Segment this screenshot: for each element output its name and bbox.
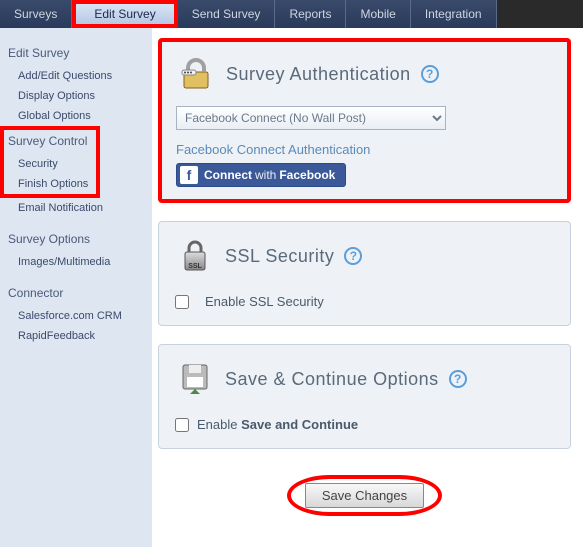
save-continue-checkbox-row[interactable]: Enable Save and Continue <box>175 411 554 434</box>
sidebar-item-rapidfeedback[interactable]: RapidFeedback <box>6 326 146 346</box>
sidebar-item-finish-options[interactable]: Finish Options <box>6 174 94 194</box>
panel-ssl-security: SSL SSL Security ? Enable SSL Security <box>158 221 571 326</box>
enable-ssl-label: Enable SSL Security <box>205 294 324 309</box>
sidebar-item-security[interactable]: Security <box>6 154 94 174</box>
tab-surveys[interactable]: Surveys <box>0 0 72 28</box>
sidebar-item-salesforce-crm[interactable]: Salesforce.com CRM <box>6 306 146 326</box>
auth-type-dropdown[interactable]: Facebook Connect (No Wall Post) <box>176 106 446 130</box>
enable-save-continue-checkbox[interactable] <box>175 418 189 432</box>
tab-reports[interactable]: Reports <box>275 0 346 28</box>
panel-title-save-continue: Save & Continue Options <box>225 369 439 390</box>
sidebar-item-images-multimedia[interactable]: Images/Multimedia <box>6 252 146 272</box>
enable-ssl-checkbox[interactable] <box>175 295 189 309</box>
top-navigation: Surveys Edit Survey Send Survey Reports … <box>0 0 583 28</box>
facebook-connect-button[interactable]: f Connect with Facebook <box>176 163 346 187</box>
tab-mobile[interactable]: Mobile <box>346 0 410 28</box>
fb-brand-word: Facebook <box>279 168 335 182</box>
panel-save-continue: Save & Continue Options ? Enable Save an… <box>158 344 571 449</box>
sidebar-group-edit-survey: Edit Survey <box>6 46 146 60</box>
help-icon[interactable]: ? <box>344 247 362 265</box>
save-row: Save Changes <box>158 467 571 536</box>
sidebar-item-display-options[interactable]: Display Options <box>6 86 146 106</box>
svg-text:SSL: SSL <box>188 263 202 270</box>
lock-icon <box>176 54 216 94</box>
panel-title-auth: Survey Authentication <box>226 64 411 85</box>
sidebar-item-email-notification[interactable]: Email Notification <box>6 198 146 218</box>
main-content: Survey Authentication ? Facebook Connect… <box>152 28 583 547</box>
sidebar-item-add-edit-questions[interactable]: Add/Edit Questions <box>6 66 146 86</box>
enable-save-continue-label: Enable Save and Continue <box>197 417 358 432</box>
help-icon[interactable]: ? <box>421 65 439 83</box>
tab-edit-survey[interactable]: Edit Survey <box>72 0 177 28</box>
panel-title-ssl: SSL Security <box>225 246 334 267</box>
sidebar: Edit Survey Add/Edit Questions Display O… <box>0 28 152 547</box>
sidebar-group-survey-options: Survey Options <box>6 232 146 246</box>
facebook-f-icon: f <box>180 166 198 184</box>
sidebar-group-survey-control: Survey Control <box>6 134 94 148</box>
fb-connect-word: Connect <box>204 168 252 182</box>
tab-send-survey[interactable]: Send Survey <box>178 0 276 28</box>
auth-subhead: Facebook Connect Authentication <box>176 142 553 157</box>
floppy-disk-icon <box>175 359 215 399</box>
sidebar-group-connector: Connector <box>6 286 146 300</box>
help-icon[interactable]: ? <box>449 370 467 388</box>
tab-integration[interactable]: Integration <box>411 0 497 28</box>
ssl-lock-icon: SSL <box>175 236 215 276</box>
save-changes-button[interactable]: Save Changes <box>305 483 424 508</box>
fb-with-word: with <box>255 168 276 182</box>
panel-survey-authentication: Survey Authentication ? Facebook Connect… <box>158 38 571 203</box>
save-highlight-oval: Save Changes <box>287 475 442 516</box>
ssl-checkbox-row[interactable]: Enable SSL Security <box>175 288 554 311</box>
sidebar-item-global-options[interactable]: Global Options <box>6 106 146 126</box>
